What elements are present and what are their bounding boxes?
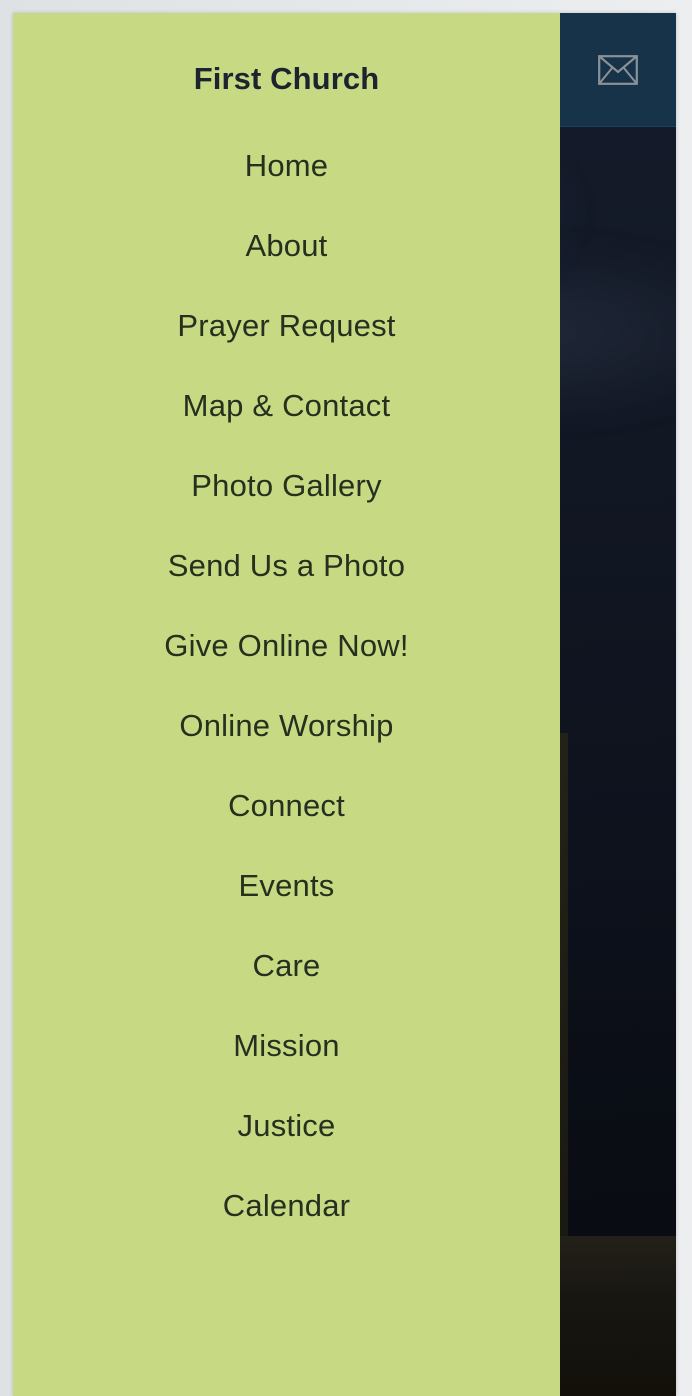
- nav-item-connect[interactable]: Connect: [228, 790, 345, 821]
- nav-item-about[interactable]: About: [245, 230, 327, 261]
- cloud-shape: [560, 243, 676, 423]
- nav-item-home[interactable]: Home: [245, 150, 329, 181]
- page-frame: First Church Home About Prayer Request M…: [0, 0, 692, 1396]
- hero-background-photo: [560, 13, 676, 1396]
- envelope-icon: [598, 54, 638, 85]
- site-viewport: First Church Home About Prayer Request M…: [13, 13, 676, 1396]
- nav-item-care[interactable]: Care: [253, 950, 321, 981]
- navigation-list: Home About Prayer Request Map & Contact …: [13, 150, 560, 1270]
- nav-item-calendar[interactable]: Calendar: [223, 1190, 350, 1221]
- top-bar: [560, 13, 676, 127]
- contact-envelope-button[interactable]: [594, 50, 642, 90]
- foreground-ground: [560, 1236, 676, 1396]
- nav-item-map-contact[interactable]: Map & Contact: [183, 390, 391, 421]
- nav-item-prayer-request[interactable]: Prayer Request: [177, 310, 395, 341]
- nav-item-justice[interactable]: Justice: [238, 1110, 336, 1141]
- nav-item-give-online-now[interactable]: Give Online Now!: [164, 630, 408, 661]
- nav-item-photo-gallery[interactable]: Photo Gallery: [191, 470, 381, 501]
- page-title: First Church: [193, 61, 380, 96]
- nav-item-send-us-a-photo[interactable]: Send Us a Photo: [168, 550, 405, 581]
- navigation-menu-panel: First Church Home About Prayer Request M…: [13, 13, 560, 1396]
- nav-item-online-worship[interactable]: Online Worship: [179, 710, 393, 741]
- nav-item-mission[interactable]: Mission: [233, 1030, 339, 1061]
- nav-item-events[interactable]: Events: [239, 870, 335, 901]
